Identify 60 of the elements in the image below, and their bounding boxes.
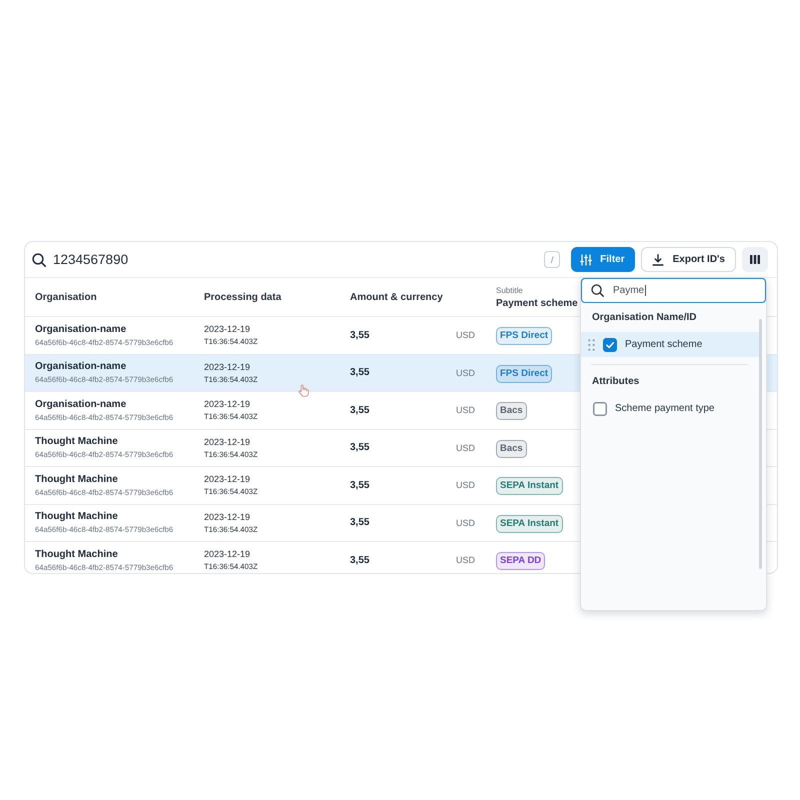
shortcut-key: / bbox=[544, 251, 560, 268]
checkbox[interactable] bbox=[593, 402, 607, 416]
organisation-name: Thought Machine bbox=[35, 474, 118, 485]
column-header[interactable]: Organisation bbox=[35, 292, 97, 302]
scheme-tag: FPS Direct bbox=[496, 327, 552, 346]
organisation-name: Thought Machine bbox=[35, 436, 118, 448]
processing-date: 2023-12-19 bbox=[204, 436, 250, 447]
text-cursor-icon bbox=[645, 285, 646, 296]
currency: USD bbox=[456, 442, 475, 453]
column-option[interactable]: Scheme payment type bbox=[581, 396, 759, 421]
scheme-tag: SEPA Instant bbox=[496, 477, 563, 496]
drag-handle-icon[interactable] bbox=[588, 338, 595, 350]
currency: USD bbox=[456, 405, 475, 416]
scheme-tag: Bacs bbox=[496, 440, 527, 458]
download-icon bbox=[652, 254, 664, 266]
processing-date: 2023-12-19 bbox=[204, 399, 250, 410]
scrollbar[interactable] bbox=[759, 319, 762, 569]
search-field[interactable]: 1234567890 bbox=[32, 244, 544, 274]
amount: 3,55 bbox=[350, 367, 370, 378]
scheme-tag: Bacs bbox=[496, 402, 527, 420]
export-button[interactable]: Export ID's bbox=[640, 247, 736, 272]
hand-cursor-icon bbox=[298, 384, 309, 397]
currency: USD bbox=[456, 518, 475, 528]
scheme-tag: SEPA Instant bbox=[496, 514, 563, 533]
currency: USD bbox=[456, 480, 475, 490]
columns-button[interactable] bbox=[742, 247, 768, 272]
currency: USD bbox=[456, 555, 475, 566]
organisation-name: Thought Machine bbox=[35, 548, 118, 560]
search-icon bbox=[32, 252, 46, 266]
scheme-tag: SEPA DD bbox=[496, 552, 546, 570]
search-icon bbox=[591, 284, 604, 297]
organisation-name: Organisation-name bbox=[35, 324, 126, 335]
currency: USD bbox=[456, 368, 475, 378]
sliders-icon bbox=[580, 254, 592, 266]
amount: 3,55 bbox=[350, 404, 370, 416]
processing-date: 2023-12-19 bbox=[204, 549, 250, 560]
organisation-name: Organisation-name bbox=[35, 361, 126, 372]
scheme-tag: FPS Direct bbox=[496, 364, 552, 383]
section-title: Attributes bbox=[591, 375, 640, 389]
column-option[interactable]: Payment scheme bbox=[581, 332, 759, 357]
column-header[interactable]: Amount & currency bbox=[350, 292, 443, 302]
amount: 3,55 bbox=[350, 517, 370, 528]
amount: 3,55 bbox=[350, 480, 370, 491]
columns-icon bbox=[750, 255, 760, 264]
column-subtitle: Subtitle bbox=[496, 286, 523, 294]
amount: 3,55 bbox=[350, 330, 370, 341]
processing-date: 2023-12-19 bbox=[204, 474, 250, 484]
amount: 3,55 bbox=[350, 442, 370, 454]
processing-date: 2023-12-19 bbox=[204, 324, 250, 334]
organisation-name: Organisation-name bbox=[35, 398, 126, 410]
processing-date: 2023-12-19 bbox=[204, 512, 250, 522]
column-header[interactable]: Processing data bbox=[204, 292, 282, 302]
filter-button[interactable]: Filter bbox=[571, 247, 635, 272]
currency: USD bbox=[456, 330, 475, 340]
column-header[interactable]: Payment scheme bbox=[496, 298, 578, 308]
column-search-field[interactable]: Payme bbox=[581, 278, 766, 303]
amount: 3,55 bbox=[350, 554, 370, 566]
organisation-name: Thought Machine bbox=[35, 511, 118, 522]
processing-date: 2023-12-19 bbox=[204, 362, 250, 372]
checkbox[interactable] bbox=[603, 338, 617, 352]
